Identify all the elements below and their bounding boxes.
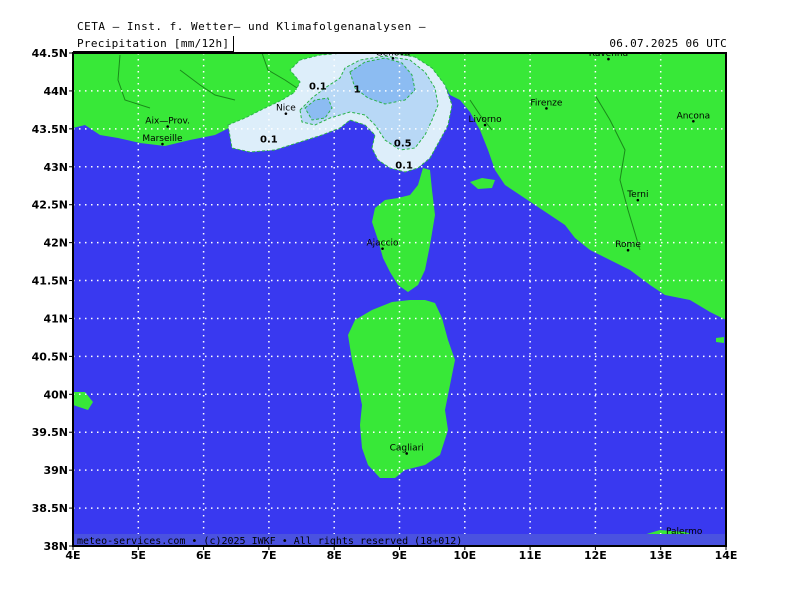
lat-label: 39.5N	[32, 426, 68, 439]
lon-label: 6E	[196, 549, 211, 562]
lon-label: 14E	[715, 549, 738, 562]
lat-label: 40.5N	[32, 350, 68, 363]
lat-label: 41N	[43, 312, 68, 325]
lat-label: 38N	[43, 540, 68, 553]
lat-label: 39N	[43, 464, 68, 477]
header-title: CETA — Inst. f. Wetter— und Klimafolgena…	[77, 20, 427, 33]
lon-label: 12E	[584, 549, 607, 562]
precipitation-map: 0.1 10.1 0.50.1 Genova RavennaNiceFirenzeAi…	[32, 47, 738, 562]
lon-label: 11E	[519, 549, 542, 562]
lon-label: 13E	[649, 549, 672, 562]
lat-label: 40N	[43, 388, 68, 401]
contour-value: 0.1	[309, 81, 327, 92]
city-name: Ancona	[677, 111, 711, 121]
lat-label: 38.5N	[32, 502, 68, 515]
city-name: Firenze	[530, 98, 562, 108]
city-name: Livorno	[468, 115, 502, 125]
city-name: Rome	[615, 240, 641, 250]
lon-label: 7E	[261, 549, 276, 562]
lon-label: 8E	[327, 549, 342, 562]
city-name: Marseille	[142, 134, 183, 144]
lon-label: 5E	[131, 549, 146, 562]
lat-label: 42N	[43, 237, 68, 250]
contour-value: 1	[354, 84, 361, 95]
city-name: Aix—Prov.	[145, 117, 190, 127]
land-islet	[716, 337, 724, 343]
city-name: Ajaccio	[366, 239, 399, 249]
lat-label: 44N	[43, 85, 68, 98]
lat-label: 44.5N	[32, 47, 68, 60]
contour-value: 0.5	[394, 138, 412, 149]
parameter-label: Precipitation [mm/12h]	[77, 37, 230, 50]
lon-label: 10E	[453, 549, 476, 562]
city-name: Terni	[626, 190, 648, 200]
valid-time: 06.07.2025 06 UTC	[609, 37, 727, 50]
lat-label: 42.5N	[32, 199, 68, 212]
contour-value: 0.1	[395, 160, 413, 171]
city-name: Ravenna	[589, 49, 628, 59]
lat-label: 41.5N	[32, 275, 68, 288]
lat-label: 43N	[43, 161, 68, 174]
contour-value: 0.1	[260, 134, 278, 145]
lon-label: 9E	[392, 549, 407, 562]
lat-label: 43.5N	[32, 123, 68, 136]
city-name: Cagliari	[390, 443, 424, 453]
city-name: Nice	[276, 104, 296, 114]
